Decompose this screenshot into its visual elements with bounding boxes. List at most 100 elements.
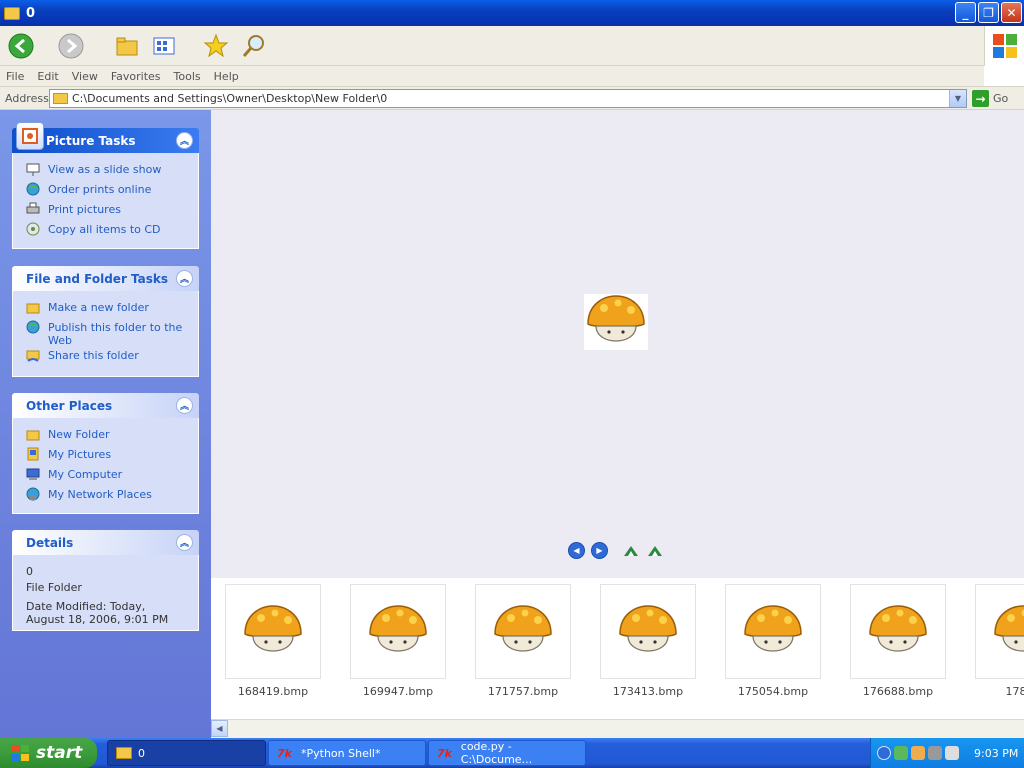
rotate-counterclockwise-icon[interactable] [646, 544, 664, 558]
make-new-folder-link[interactable]: Make a new folder [25, 299, 198, 319]
next-image-icon[interactable]: ▶ [591, 542, 608, 559]
order-prints-link[interactable]: Order prints online [25, 181, 198, 201]
window-title: 0 [26, 5, 36, 21]
picture-tasks-header[interactable]: Picture Tasks ︽ [12, 122, 199, 153]
slideshow-link[interactable]: View as a slide show [25, 161, 198, 181]
globe-icon [25, 181, 41, 197]
security-tray-icon[interactable] [911, 746, 925, 760]
collapse-chevron-icon[interactable]: ︽ [176, 132, 193, 149]
favorites-star-icon[interactable] [201, 31, 231, 61]
close-button[interactable]: ✕ [1001, 2, 1022, 23]
menu-view[interactable]: View [72, 70, 98, 83]
thumbnail-label: 17832 [1005, 685, 1024, 698]
minimize-button[interactable]: _ [955, 2, 976, 23]
search-icon[interactable] [239, 31, 269, 61]
go-button[interactable]: → Go [972, 90, 1008, 107]
picture-tasks-title: Picture Tasks [46, 133, 136, 148]
file-folder-tasks-title: File and Folder Tasks [26, 271, 169, 286]
thumbnail-label: 176688.bmp [862, 685, 934, 698]
publish-web-link[interactable]: Publish this folder to the Web [25, 319, 198, 347]
menu-edit[interactable]: Edit [37, 70, 58, 83]
taskbar-code-editor[interactable]: 7k code.py - C:\Docume... [428, 740, 586, 766]
address-field[interactable]: C:\Documents and Settings\Owner\Desktop\… [49, 89, 967, 108]
my-computer-link[interactable]: My Computer [25, 466, 198, 486]
scroll-left-icon[interactable]: ◀ [211, 720, 228, 737]
address-bar: Address C:\Documents and Settings\Owner\… [0, 86, 1024, 110]
menu-file[interactable]: File [6, 70, 24, 83]
volume-icon[interactable] [945, 746, 959, 760]
views-icon[interactable] [149, 31, 179, 61]
thumbnail-label: 175054.bmp [737, 685, 809, 698]
file-folder-tasks-header[interactable]: File and Folder Tasks ︽ [12, 266, 199, 291]
menu-tools[interactable]: Tools [174, 70, 201, 83]
toolbar [0, 26, 1024, 66]
preview-image[interactable] [584, 294, 648, 350]
show-hidden-icons-chevron-icon[interactable] [877, 746, 891, 760]
details-type: File Folder [26, 581, 82, 594]
thumbnail[interactable] [225, 584, 321, 679]
my-pictures-link[interactable]: My Pictures [25, 446, 198, 466]
slideshow-icon [25, 161, 41, 177]
collapse-chevron-icon[interactable]: ︽ [176, 397, 193, 414]
menu-help[interactable]: Help [214, 70, 239, 83]
picture-tasks-icon [16, 122, 44, 150]
cd-icon [25, 221, 41, 237]
taskbar-folder-window[interactable]: 0 [107, 740, 266, 766]
printer-icon [25, 201, 41, 217]
other-places-title: Other Places [26, 398, 113, 413]
file-folder-tasks-panel: File and Folder Tasks ︽ Make a new folde… [12, 266, 199, 377]
clock: 9:03 PM [974, 746, 1019, 760]
folder-icon [53, 93, 68, 104]
previous-image-icon[interactable]: ◀ [568, 542, 585, 559]
address-path: C:\Documents and Settings\Owner\Desktop\… [72, 92, 388, 105]
up-folder-icon[interactable] [112, 31, 142, 61]
system-tray: 9:03 PM [870, 738, 1024, 768]
folder-icon [25, 426, 41, 442]
thumbnail-label: 168419.bmp [237, 685, 309, 698]
image-preview-area: ◀ ▶ [211, 110, 1024, 578]
rotate-clockwise-icon[interactable] [622, 544, 640, 558]
other-places-panel: Other Places ︽ New Folder My Pictures My… [12, 393, 199, 514]
details-name: 0 [26, 565, 33, 578]
collapse-chevron-icon[interactable]: ︽ [176, 534, 193, 551]
tk-icon: 7k [277, 747, 292, 760]
taskbar-python-shell[interactable]: 7k *Python Shell* [268, 740, 426, 766]
thumbnail[interactable] [600, 584, 696, 679]
thumbnail[interactable] [850, 584, 946, 679]
folder-icon [116, 747, 132, 759]
collapse-chevron-icon[interactable]: ︽ [176, 270, 193, 287]
horizontal-scrollbar[interactable]: ◀ [211, 719, 1024, 738]
thumbnail[interactable] [475, 584, 571, 679]
details-title: Details [26, 535, 74, 550]
picture-tasks-panel: Picture Tasks ︽ View as a slide show Ord… [12, 122, 199, 249]
menu-favorites[interactable]: Favorites [111, 70, 161, 83]
thumbnail[interactable] [725, 584, 821, 679]
details-header[interactable]: Details ︽ [12, 530, 199, 555]
forward-icon[interactable] [56, 31, 86, 61]
address-label: Address [5, 92, 49, 105]
my-network-places-link[interactable]: My Network Places [25, 486, 198, 506]
task-pane: Picture Tasks ︽ View as a slide show Ord… [0, 110, 211, 738]
go-label: Go [993, 92, 1009, 105]
taskbar: start 0 7k *Python Shell* 7k code.py - C… [0, 738, 1024, 768]
shared-folder-icon [25, 347, 41, 363]
usb-tray-icon[interactable] [928, 746, 942, 760]
print-pictures-link[interactable]: Print pictures [25, 201, 198, 221]
pictures-folder-icon [25, 446, 41, 462]
start-button[interactable]: start [0, 738, 97, 768]
share-folder-link[interactable]: Share this folder [25, 347, 198, 367]
new-folder-icon [25, 299, 41, 315]
details-modified: Date Modified: Today, August 18, 2006, 9… [26, 600, 169, 626]
thumbnail-label: 169947.bmp [362, 685, 434, 698]
back-icon[interactable] [6, 31, 36, 61]
thumbnail[interactable] [350, 584, 446, 679]
network-tray-icon[interactable] [894, 746, 908, 760]
other-places-header[interactable]: Other Places ︽ [12, 393, 199, 418]
windows-logo [984, 26, 1024, 66]
copy-to-cd-link[interactable]: Copy all items to CD [25, 221, 198, 241]
maximize-button[interactable]: ❐ [978, 2, 999, 23]
thumbnail[interactable] [975, 584, 1024, 679]
filmstrip: 168419.bmp 169947.bmp 171757.bmp 173413.… [211, 578, 1024, 719]
chevron-down-icon[interactable]: ▼ [949, 90, 966, 107]
new-folder-link[interactable]: New Folder [25, 426, 198, 446]
